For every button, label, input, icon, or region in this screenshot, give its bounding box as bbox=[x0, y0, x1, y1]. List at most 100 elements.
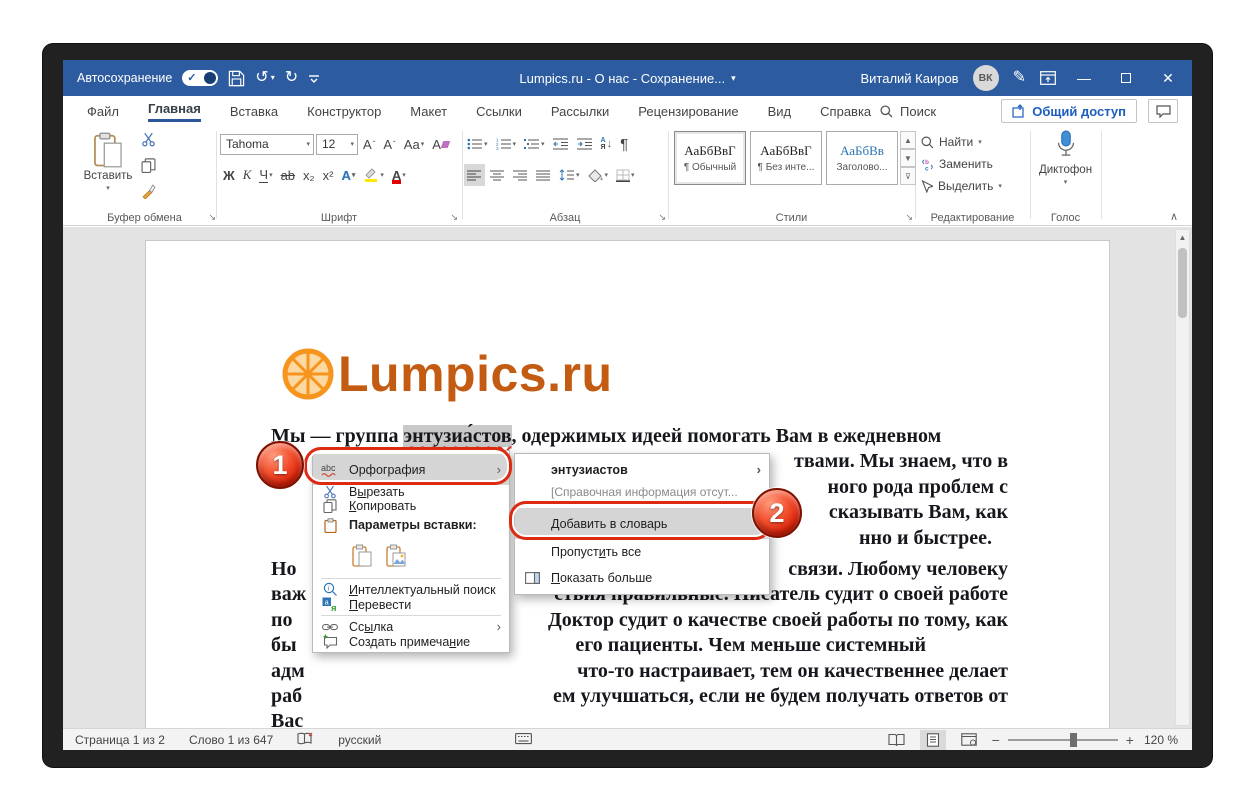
clipboard-dialog-launcher[interactable]: ↘ bbox=[208, 212, 216, 223]
find-button[interactable]: Найти▾ bbox=[921, 132, 982, 152]
zoom-level[interactable]: 120 % bbox=[1144, 733, 1178, 747]
paste-picture-button[interactable] bbox=[383, 541, 409, 569]
align-left-button[interactable] bbox=[464, 164, 485, 186]
proofing-errors-icon[interactable] bbox=[297, 732, 314, 748]
undo-icon[interactable]: ↺▾ bbox=[255, 70, 274, 86]
submenu-item-see-more[interactable]: Показать больше bbox=[515, 565, 769, 591]
menu-item-new-comment[interactable]: Создать примечание bbox=[313, 634, 509, 649]
qat-customize-icon[interactable] bbox=[308, 72, 320, 84]
tab-file[interactable]: Файл bbox=[87, 104, 119, 119]
multilevel-list-button[interactable]: ▾ bbox=[521, 133, 548, 155]
cut-button[interactable] bbox=[141, 132, 156, 152]
styles-more-icon[interactable]: ⊽ bbox=[900, 167, 916, 185]
minimize-button[interactable]: — bbox=[1070, 71, 1098, 85]
styles-dialog-launcher[interactable]: ↘ bbox=[905, 212, 913, 223]
title-dropdown-icon[interactable]: ▾ bbox=[731, 73, 736, 84]
tab-design[interactable]: Конструктор bbox=[307, 104, 381, 119]
scroll-up-icon[interactable]: ▲ bbox=[1176, 230, 1189, 242]
print-layout-icon[interactable] bbox=[920, 730, 946, 750]
menu-item-copy[interactable]: Копировать bbox=[313, 499, 509, 513]
style-normal[interactable]: АаБбВвГ ¶ Обычный bbox=[674, 131, 746, 185]
copy-button[interactable] bbox=[141, 158, 156, 178]
format-painter-button[interactable] bbox=[141, 184, 156, 204]
search-box[interactable]: Поиск bbox=[880, 104, 936, 119]
collapse-ribbon-icon[interactable]: ∧ bbox=[1170, 210, 1178, 223]
superscript-button[interactable]: x² bbox=[320, 164, 337, 186]
misspelled-word[interactable]: энтузиа́стов bbox=[403, 425, 511, 447]
dictate-dropdown-icon[interactable]: ▾ bbox=[1064, 178, 1068, 186]
tab-references[interactable]: Ссылки bbox=[476, 104, 522, 119]
zoom-thumb[interactable] bbox=[1070, 733, 1077, 747]
change-case-button[interactable]: Аа▾ bbox=[401, 133, 428, 155]
page-count[interactable]: Страница 1 из 2 bbox=[75, 733, 165, 747]
keyboard-icon[interactable] bbox=[515, 732, 532, 748]
increase-indent-button[interactable] bbox=[574, 133, 596, 155]
close-button[interactable]: ✕ bbox=[1154, 71, 1182, 85]
font-size-combo[interactable]: 12▾ bbox=[316, 134, 358, 155]
menu-item-spelling[interactable]: abc Орфография › bbox=[313, 454, 509, 485]
justify-button[interactable] bbox=[533, 164, 554, 186]
menu-item-smart-lookup[interactable]: i Интеллектуальный поиск bbox=[313, 582, 509, 597]
paragraph-dialog-launcher[interactable]: ↘ bbox=[658, 212, 666, 223]
ribbon-display-options-icon[interactable] bbox=[1040, 71, 1056, 85]
save-icon[interactable] bbox=[228, 70, 245, 87]
tab-review[interactable]: Рецензирование bbox=[638, 104, 738, 119]
comments-button[interactable] bbox=[1148, 99, 1178, 123]
share-button[interactable]: Общий доступ bbox=[1001, 99, 1137, 123]
sort-button[interactable]: АЯ↓ bbox=[598, 133, 616, 155]
numbering-button[interactable]: 123▾ bbox=[493, 133, 520, 155]
zoom-slider[interactable]: − + bbox=[992, 732, 1134, 748]
line-spacing-button[interactable]: ▾ bbox=[556, 164, 583, 186]
tab-insert[interactable]: Вставка bbox=[230, 104, 278, 119]
menu-item-cut[interactable]: Вырезать bbox=[313, 485, 509, 499]
shrink-font-button[interactable]: Аˇ bbox=[380, 133, 398, 155]
styles-scroll-up-icon[interactable]: ▲ bbox=[900, 131, 916, 149]
grow-font-button[interactable]: Аˆ bbox=[360, 133, 378, 155]
zoom-in-icon[interactable]: + bbox=[1126, 732, 1134, 748]
tab-view[interactable]: Вид bbox=[768, 104, 792, 119]
tab-mailings[interactable]: Рассылки bbox=[551, 104, 609, 119]
paste-button[interactable]: Вставить ▾ bbox=[81, 132, 135, 198]
menu-item-link[interactable]: Ссылка › bbox=[313, 619, 509, 634]
replace-button[interactable]: bc Заменить bbox=[921, 154, 993, 174]
borders-button[interactable]: ▾ bbox=[613, 164, 638, 186]
align-center-button[interactable] bbox=[487, 164, 508, 186]
bold-button[interactable]: Ж bbox=[220, 164, 238, 186]
style-no-spacing[interactable]: АаБбВвГ ¶ Без инте... bbox=[750, 131, 822, 185]
dictate-button[interactable]: Диктофон ▾ bbox=[1032, 130, 1099, 186]
submenu-item-suggestion[interactable]: энтузиастов › bbox=[515, 457, 769, 482]
paste-dropdown-icon[interactable]: ▾ bbox=[106, 184, 110, 192]
show-marks-button[interactable]: ¶ bbox=[617, 133, 631, 155]
style-heading1[interactable]: АаБбВв Заголово... bbox=[826, 131, 898, 185]
zoom-track[interactable] bbox=[1008, 739, 1118, 741]
submenu-item-add-to-dictionary[interactable]: Добавить в словарь bbox=[515, 508, 769, 539]
read-mode-icon[interactable] bbox=[884, 730, 910, 750]
font-dialog-launcher[interactable]: ↘ bbox=[450, 212, 458, 223]
shading-button[interactable]: ▾ bbox=[585, 164, 612, 186]
subscript-button[interactable]: x₂ bbox=[300, 164, 318, 186]
scrollbar-thumb[interactable] bbox=[1178, 248, 1187, 318]
menu-item-translate[interactable]: ая Перевести bbox=[313, 597, 509, 612]
tab-home[interactable]: Главная bbox=[148, 101, 201, 122]
language-indicator[interactable]: русский bbox=[338, 733, 381, 747]
autosave-toggle[interactable]: ✓ bbox=[182, 70, 218, 86]
tab-layout[interactable]: Макет bbox=[410, 104, 447, 119]
bullets-button[interactable]: ▾ bbox=[464, 133, 491, 155]
avatar[interactable]: ВК bbox=[973, 65, 999, 91]
underline-button[interactable]: Ч▾ bbox=[256, 164, 275, 186]
text-effects-button[interactable]: А▾ bbox=[338, 164, 358, 186]
submenu-item-ignore-all[interactable]: Пропустить все bbox=[515, 539, 769, 565]
select-button[interactable]: Выделить▾ bbox=[921, 176, 1002, 196]
ink-pen-icon[interactable]: ✎ bbox=[1013, 70, 1026, 86]
styles-scroll-down-icon[interactable]: ▼ bbox=[900, 149, 916, 167]
word-count[interactable]: Слово 1 из 647 bbox=[189, 733, 273, 747]
paste-keep-formatting-button[interactable] bbox=[349, 541, 375, 569]
font-color-button[interactable]: А▾ bbox=[389, 164, 409, 186]
zoom-out-icon[interactable]: − bbox=[992, 732, 1000, 748]
strikethrough-button[interactable]: ab bbox=[278, 164, 298, 186]
web-layout-icon[interactable] bbox=[956, 730, 982, 750]
vertical-scrollbar[interactable]: ▲ bbox=[1175, 229, 1190, 726]
undo-dropdown-icon[interactable]: ▾ bbox=[271, 74, 275, 82]
font-name-combo[interactable]: Tahoma▾ bbox=[220, 134, 314, 155]
maximize-button[interactable] bbox=[1112, 73, 1140, 83]
